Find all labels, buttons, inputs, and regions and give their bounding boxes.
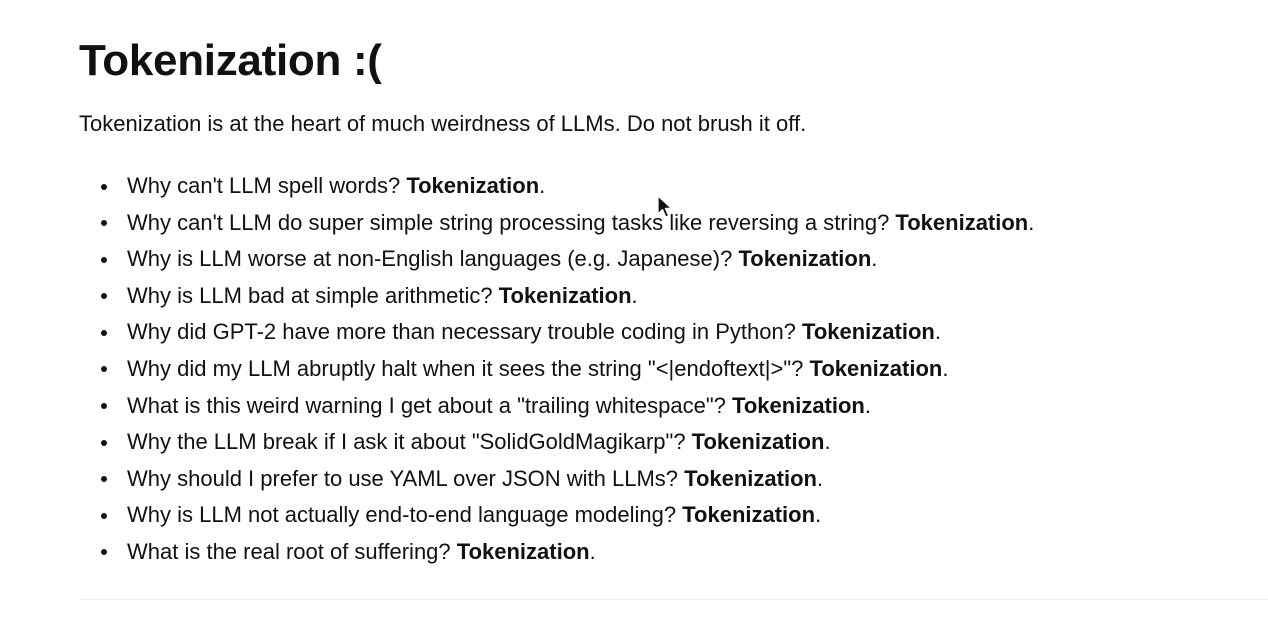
mouse-pointer-icon <box>657 195 673 218</box>
answer-text: Tokenization <box>406 173 540 198</box>
question-text: Why is LLM bad at simple arithmetic? <box>127 282 499 308</box>
list-item: Why can't LLM spell words? Tokenization. <box>79 168 1034 205</box>
answer-text: Tokenization <box>895 209 1029 235</box>
item-period: . <box>815 502 822 528</box>
answer-text: Tokenization <box>809 355 943 381</box>
list-item: Why is LLM not actually end-to-end langu… <box>79 497 1034 534</box>
item-period: . <box>864 392 871 418</box>
list-item: Why should I prefer to use YAML over JSO… <box>79 461 1034 498</box>
question-text: Why can't LLM spell words? <box>127 173 407 198</box>
section-divider <box>79 599 1268 600</box>
item-period: . <box>824 429 831 455</box>
answer-text: Tokenization <box>732 392 865 418</box>
answer-text: Tokenization <box>802 319 935 345</box>
list-item: Why can't LLM do super simple string pro… <box>79 205 1034 242</box>
item-period: . <box>539 173 546 198</box>
list-item: Why did GPT-2 have more than necessary t… <box>79 314 1034 351</box>
answer-text: Tokenization <box>682 502 816 528</box>
item-period: . <box>871 246 878 272</box>
list-item: What is this weird warning I get about a… <box>79 388 1034 425</box>
answer-text: Tokenization <box>684 465 817 491</box>
item-period: . <box>589 538 596 564</box>
question-text: Why the LLM break if I ask it about "Sol… <box>127 429 692 455</box>
item-period: . <box>1028 209 1035 235</box>
item-period: . <box>934 319 941 345</box>
question-text: Why did GPT-2 have more than necessary t… <box>127 319 803 345</box>
question-text: Why should I prefer to use YAML over JSO… <box>127 465 685 491</box>
question-list: Why can't LLM spell words? Tokenization.… <box>79 168 1034 571</box>
question-text: Why is LLM not actually end-to-end langu… <box>127 502 683 528</box>
question-text: What is the real root of suffering? <box>127 538 457 564</box>
document-page: Tokenization :( Tokenization is at the h… <box>79 0 1268 622</box>
question-text: Why is LLM worse at non-English language… <box>127 246 739 272</box>
answer-text: Tokenization <box>456 538 590 564</box>
page-title: Tokenization :( <box>79 36 382 85</box>
question-text: What is this weird warning I get about a… <box>127 392 733 418</box>
item-period: . <box>631 282 638 308</box>
item-period: . <box>816 465 824 491</box>
answer-text: Tokenization <box>691 429 825 455</box>
item-period: . <box>942 355 949 381</box>
list-item: What is the real root of suffering? Toke… <box>79 534 1034 571</box>
list-item: Why the LLM break if I ask it about "Sol… <box>79 424 1034 461</box>
answer-text: Tokenization <box>738 246 872 272</box>
list-item: Why did my LLM abruptly halt when it see… <box>79 351 1034 388</box>
question-text: Why did my LLM abruptly halt when it see… <box>127 355 810 381</box>
question-text: Why can't LLM do super simple string pro… <box>127 209 896 235</box>
list-item: Why is LLM bad at simple arithmetic? Tok… <box>79 278 1034 315</box>
list-item: Why is LLM worse at non-English language… <box>79 241 1034 278</box>
intro-paragraph: Tokenization is at the heart of much wei… <box>79 111 807 136</box>
answer-text: Tokenization <box>498 282 632 308</box>
